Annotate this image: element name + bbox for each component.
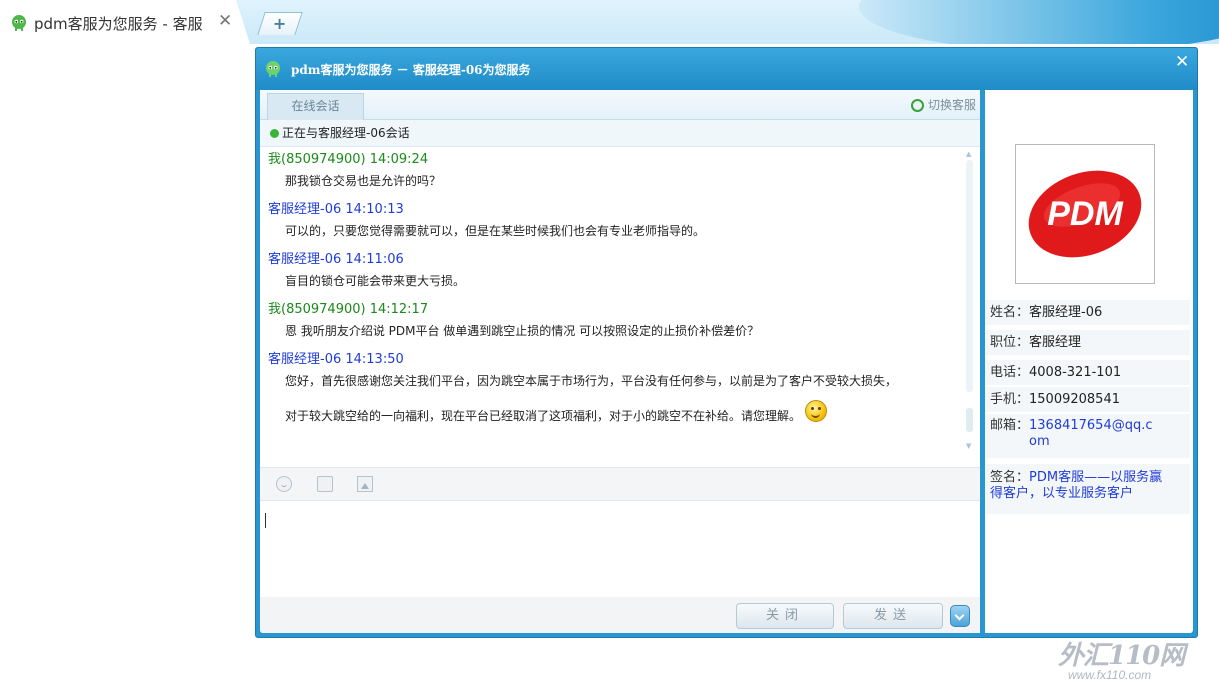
input-toolbar: [260, 467, 980, 501]
agent-position: 客服经理: [1029, 335, 1082, 350]
image-upload-icon[interactable]: [357, 476, 373, 492]
close-chat-button[interactable]: 关闭: [736, 603, 834, 629]
agent-position-row: 职位：客服经理: [985, 330, 1190, 355]
agent-name-label: 姓名：: [990, 305, 1030, 320]
message-text-continued: 对于较大跳空给的一向福利，现在平台已经取消了这项福利，对于小的跳空不在补给。请您…: [285, 400, 960, 426]
window-close-icon[interactable]: ✕: [1175, 52, 1189, 72]
message-text: 可以的，只要您觉得需要就可以，但是在某些时候我们也会有专业老师指导的。: [285, 224, 706, 238]
message-text: 恩 我听朋友介绍说 PDM平台 做单遇到跳空止损的情况 可以按照设定的止损价补偿…: [285, 324, 760, 338]
watermark-brand: 外汇110网: [1058, 641, 1185, 671]
window-title: pdm客服为您服务 － 客服经理-06为您服务: [291, 63, 531, 77]
chat-panel: 在线会话 切换客服 正在与客服经理-06会话 我(850974900) 14:0…: [260, 90, 980, 633]
tab-online-session[interactable]: 在线会话: [267, 93, 364, 120]
message-input[interactable]: [260, 501, 980, 597]
agent-signature-row: 签名：PDM客服——以服务赢 得客户，以专业服务客户: [985, 464, 1190, 514]
text-caret: [265, 513, 266, 528]
pdm-logo: PDM: [1028, 170, 1142, 258]
emoji-icon[interactable]: [276, 476, 292, 492]
switch-agent-label: 切换客服: [927, 98, 976, 112]
message-text: 盲目的锁仓可能会带来更大亏损。: [285, 274, 466, 288]
agent-position-label: 职位：: [990, 335, 1030, 350]
browser-tab-active[interactable]: pdm客服为您服务 - 客服 ✕: [0, 0, 250, 44]
send-button[interactable]: 发送: [843, 603, 943, 629]
online-status-icon: [270, 129, 279, 138]
message-sender: 我(850974900) 14:09:24: [268, 152, 429, 167]
smiley-emoji-icon: [805, 400, 828, 422]
scrollbar-thumb[interactable]: [966, 408, 973, 432]
message-text: 您好，首先很感谢您关注我们平台，因为跳空本属于市场行为，平台没有任何参与，以前是…: [285, 374, 898, 388]
agent-mobile-row: 手机：15009208541: [985, 387, 1190, 412]
agent-email-row: 邮箱：1368417654@qq.c om: [985, 414, 1190, 458]
agent-phone: 4008-321-101: [1029, 365, 1122, 380]
agent-name-row: 姓名：客服经理-06: [985, 300, 1190, 325]
switch-agent-button[interactable]: 切换客服: [910, 95, 976, 115]
message-text: 那我锁仓交易也是允许的吗？: [285, 174, 442, 188]
plus-icon: +: [273, 14, 287, 33]
scroll-down-icon[interactable]: ▼: [966, 442, 971, 450]
message-sender: 我(850974900) 14:12:17: [268, 302, 429, 317]
agent-info-panel: PDM 姓名：客服经理-06 职位：客服经理 电话：4008-321-101 手…: [985, 90, 1193, 633]
refresh-icon: [910, 99, 924, 112]
agent-avatar: PDM: [1015, 144, 1155, 284]
message-text-line2: 对于较大跳空给的一向福利，现在平台已经取消了这项福利，对于小的跳空不在补给。请您…: [285, 409, 802, 423]
tabbar-decoration: [859, 0, 1219, 44]
agent-phone-label: 电话：: [990, 365, 1030, 380]
agent-signature: PDM客服——以服务赢: [1029, 470, 1163, 485]
browser-tab-title: pdm客服为您服务 - 客服: [34, 15, 203, 33]
message-sender: 客服经理-06 14:11:06: [268, 252, 404, 267]
alien-app-icon: [266, 61, 280, 77]
message-sender: 客服经理-06 14:10:13: [268, 202, 404, 217]
agent-email: 1368417654@qq.c: [1029, 418, 1153, 433]
logo-text: PDM: [1047, 195, 1123, 233]
session-status-text: 正在与客服经理-06会话: [282, 126, 410, 140]
agent-email-continued: om: [1029, 434, 1050, 449]
session-status: 正在与客服经理-06会话: [260, 120, 980, 147]
window-titlebar[interactable]: pdm客服为您服务 － 客服经理-06为您服务 ✕: [256, 48, 1197, 90]
watermark-url: www.fx110.com: [1068, 668, 1152, 682]
agent-mobile-label: 手机：: [990, 392, 1030, 407]
agent-signature-label: 签名：: [990, 470, 1030, 485]
browser-tab-bar: pdm客服为您服务 - 客服 ✕ +: [0, 0, 1219, 44]
action-bar: 关闭 发送: [260, 597, 980, 633]
tab-close-icon[interactable]: ✕: [218, 11, 232, 31]
chat-window: pdm客服为您服务 － 客服经理-06为您服务 ✕ 在线会话 切换客服 正在与客…: [255, 47, 1198, 682]
agent-mobile: 15009208541: [1029, 392, 1120, 407]
scrollbar-track-light: [966, 160, 973, 392]
screenshot-icon[interactable]: [317, 476, 333, 492]
new-tab-button[interactable]: +: [257, 12, 303, 35]
scroll-up-icon[interactable]: ▲: [966, 150, 971, 158]
agent-phone-row: 电话：4008-321-101: [985, 360, 1190, 385]
chat-tab-strip: 在线会话 切换客服: [260, 90, 980, 120]
send-options-dropdown-icon[interactable]: [950, 605, 970, 627]
message-history: 我(850974900) 14:09:24 那我锁仓交易也是允许的吗？ 客服经理…: [260, 150, 960, 450]
agent-signature-continued: 得客户，以专业服务客户: [990, 486, 1134, 501]
agent-email-label: 邮箱：: [990, 418, 1030, 433]
message-scrollbar[interactable]: ▲ ▼: [965, 150, 975, 450]
agent-name: 客服经理-06: [1029, 305, 1103, 320]
alien-favicon-icon: [12, 15, 26, 31]
message-sender: 客服经理-06 14:13:50: [268, 352, 404, 367]
